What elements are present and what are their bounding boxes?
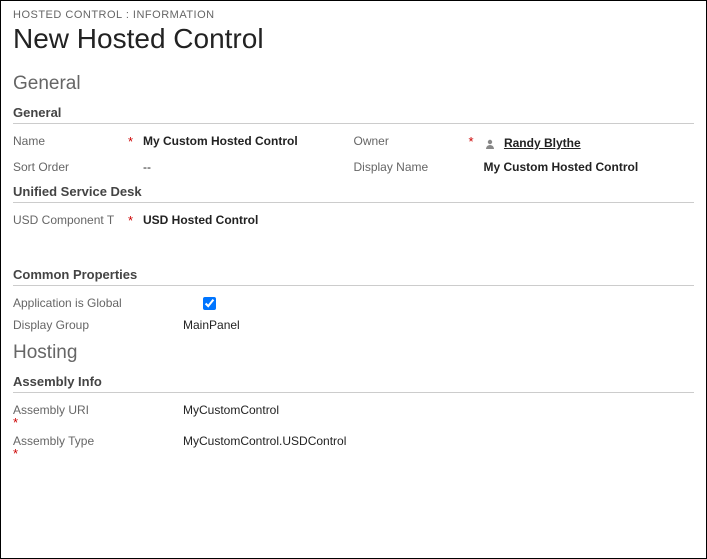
subsection-assembly-info: Assembly Info [13, 374, 694, 393]
value-name[interactable]: My Custom Hosted Control [143, 134, 298, 152]
value-assembly-uri[interactable]: MyCustomControl [183, 403, 279, 430]
section-general: General [13, 73, 694, 95]
label-assembly-type: Assembly Type * [13, 434, 183, 461]
breadcrumb: HOSTED CONTROL : INFORMATION [13, 9, 694, 21]
label-usd-component-type: USD Component T * [13, 213, 143, 227]
label-display-group: Display Group [13, 318, 183, 332]
label-usd-component-type-text: USD Component T [13, 213, 114, 227]
checkbox-app-global[interactable] [203, 297, 216, 310]
label-assembly-uri: Assembly URI * [13, 403, 183, 430]
section-hosting: Hosting [13, 342, 694, 364]
label-owner-text: Owner [354, 134, 389, 148]
label-name-text: Name [13, 134, 45, 148]
required-marker: * [13, 446, 171, 461]
label-sort-order: Sort Order [13, 160, 143, 174]
label-name: Name * [13, 134, 143, 152]
value-display-group[interactable]: MainPanel [183, 318, 240, 332]
subsection-common-properties: Common Properties [13, 267, 694, 286]
page-title: New Hosted Control [13, 23, 694, 55]
label-app-global: Application is Global [13, 296, 183, 310]
label-assembly-uri-text: Assembly URI [13, 403, 89, 417]
person-icon [484, 137, 496, 149]
label-owner: Owner * [354, 134, 484, 152]
owner-link[interactable]: Randy Blythe [504, 136, 581, 150]
subsection-general: General [13, 105, 694, 124]
required-marker: * [468, 134, 473, 149]
value-display-name[interactable]: My Custom Hosted Control [484, 160, 639, 174]
value-usd-component-type[interactable]: USD Hosted Control [143, 213, 258, 227]
owner-cell: Randy Blythe [484, 134, 581, 152]
subsection-usd: Unified Service Desk [13, 184, 694, 203]
label-assembly-type-text: Assembly Type [13, 434, 94, 448]
value-assembly-type[interactable]: MyCustomControl.USDControl [183, 434, 346, 461]
required-marker: * [13, 415, 171, 430]
required-marker: * [128, 213, 133, 228]
required-marker: * [128, 134, 133, 149]
value-sort-order[interactable]: -- [143, 160, 151, 174]
label-display-name: Display Name [354, 160, 484, 174]
